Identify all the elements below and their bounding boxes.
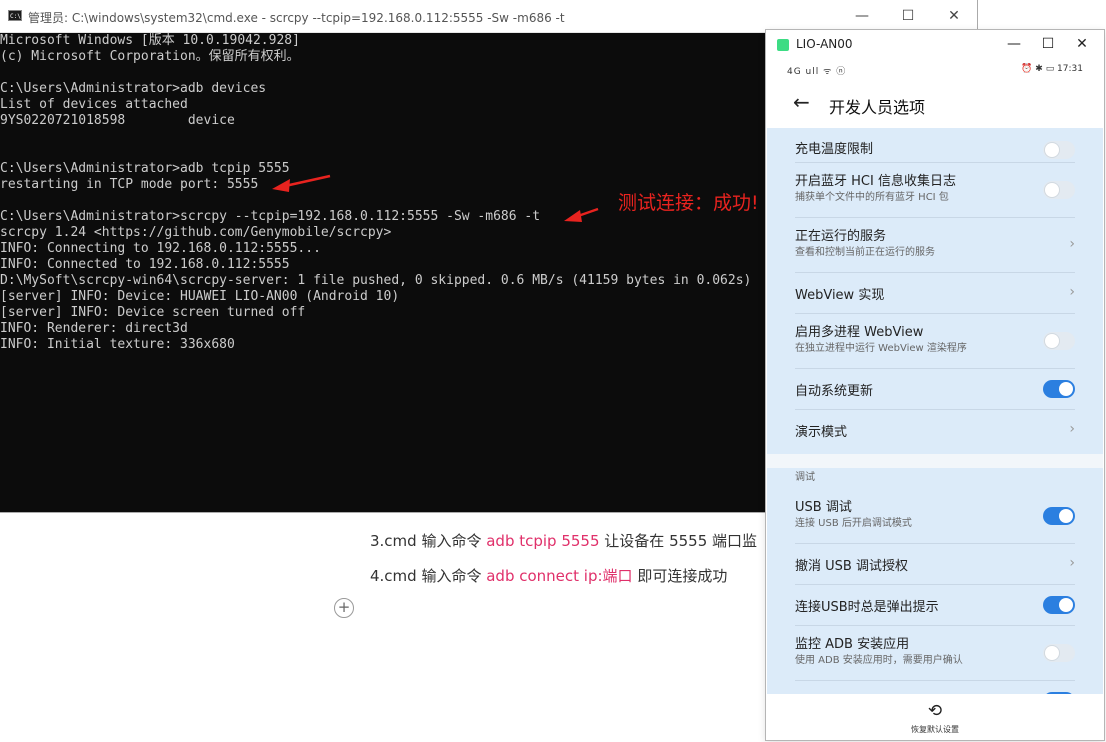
setting-title: WebView 实现	[795, 288, 885, 303]
setting-row[interactable]: 演示模式 ›	[795, 409, 1075, 450]
setting-row[interactable]: WebView 实现 ›	[795, 272, 1075, 314]
setting-toggle[interactable]	[1043, 180, 1075, 199]
setting-toggle[interactable]	[1043, 141, 1075, 159]
setting-row[interactable]: 撤消 USB 调试授权 ›	[795, 543, 1075, 585]
setting-title: 开启蓝牙 HCI 信息收集日志	[795, 174, 956, 189]
chevron-right-icon: ›	[1069, 554, 1075, 571]
chevron-right-icon: ›	[1069, 283, 1075, 300]
setting-row[interactable]: 连接USB时总是弹出提示	[795, 584, 1075, 626]
signal-status-icons: 4G ull ᯤ ⓝ	[787, 67, 847, 77]
phone-status-bar: 4G ull ᯤ ⓝ ⏰ ✱ ▭ 17:31	[767, 58, 1103, 80]
arrow-tcpip	[272, 174, 331, 192]
setting-row[interactable]: USB 调试连接 USB 后开启调试模式	[795, 488, 1075, 544]
setting-toggle[interactable]	[1043, 379, 1075, 398]
page-title: 开发人员选项	[829, 98, 926, 117]
setting-title: USB 调试	[795, 500, 852, 515]
toggle-knob	[1045, 645, 1059, 660]
phone-screen[interactable]: 4G ull ᯤ ⓝ ⏰ ✱ ▭ 17:31 ← 开发人员选项 调试 充电温度限…	[767, 58, 1103, 740]
setting-title: 正在运行的服务	[795, 229, 887, 244]
setting-row[interactable]: 自动系统更新	[795, 368, 1075, 410]
phone-window-title: LIO-AN00	[796, 37, 853, 51]
setting-subtitle: 捕获单个文件中的所有蓝牙 HCI 包	[795, 192, 949, 203]
setting-toggle[interactable]	[1043, 506, 1075, 525]
setting-title: 启用多进程 WebView	[795, 325, 924, 340]
phone-close-button[interactable]: ✕	[1062, 30, 1102, 58]
toggle-knob	[1059, 508, 1073, 523]
settings-header: ← 开发人员选项	[767, 80, 1103, 128]
setting-toggle[interactable]	[1043, 331, 1075, 350]
setting-title: 撤消 USB 调试授权	[795, 559, 908, 574]
reset-icon: ⟲	[927, 701, 943, 721]
setting-row[interactable]: 启用多进程 WebView 在独立进程中运行 WebView 渲染程序	[795, 313, 1075, 369]
section-label-debug: 调试	[795, 472, 815, 483]
setting-toggle[interactable]	[1043, 595, 1075, 614]
developer-options-list[interactable]: 调试 充电温度限制开启蓝牙 HCI 信息收集日志捕获单个文件中的所有蓝牙 HCI…	[767, 141, 1103, 740]
setting-title: 监控 ADB 安装应用	[795, 637, 910, 652]
reset-defaults-button[interactable]: ⟲ 恢复默认设置	[767, 694, 1103, 740]
setting-title: 自动系统更新	[795, 384, 874, 399]
setting-row[interactable]: 充电温度限制	[795, 138, 1075, 163]
toggle-knob	[1059, 381, 1073, 396]
chevron-right-icon: ›	[1069, 420, 1075, 437]
android-app-icon	[777, 39, 789, 51]
setting-row[interactable]: 开启蓝牙 HCI 信息收集日志捕获单个文件中的所有蓝牙 HCI 包	[795, 162, 1075, 218]
section-divider	[767, 454, 1103, 468]
toggle-knob	[1045, 182, 1059, 197]
annotation-success-text: 测试连接：成功!	[618, 192, 759, 214]
chevron-right-icon: ›	[1069, 235, 1075, 252]
toggle-knob	[1059, 597, 1073, 612]
phone-title-bar[interactable]: LIO-AN00 — ☐ ✕	[766, 30, 1104, 58]
setting-title: 充电温度限制	[795, 142, 874, 157]
arrow-scrcpy	[564, 207, 599, 222]
setting-toggle[interactable]	[1043, 643, 1075, 662]
scrcpy-phone-window: LIO-AN00 — ☐ ✕ 4G ull ᯤ ⓝ ⏰ ✱ ▭ 17:31 ← …	[766, 30, 1104, 740]
status-clock: ⏰ ✱ ▭ 17:31	[1021, 64, 1083, 74]
setting-subtitle: 查看和控制当前正在运行的服务	[795, 247, 935, 258]
back-arrow-icon[interactable]: ←	[793, 90, 810, 114]
setting-subtitle: 连接 USB 后开启调试模式	[795, 518, 912, 529]
setting-row[interactable]: 正在运行的服务查看和控制当前正在运行的服务 ›	[795, 217, 1075, 273]
setting-subtitle: 在独立进程中运行 WebView 渲染程序	[795, 343, 967, 354]
setting-title: 演示模式	[795, 425, 848, 440]
setting-title: 连接USB时总是弹出提示	[795, 600, 939, 615]
setting-subtitle: 使用 ADB 安装应用时，需要用户确认	[795, 655, 963, 666]
setting-row[interactable]: 监控 ADB 安装应用使用 ADB 安装应用时，需要用户确认	[795, 625, 1075, 681]
toggle-knob	[1045, 333, 1059, 348]
toggle-knob	[1045, 143, 1059, 157]
reset-label: 恢复默认设置	[911, 725, 959, 734]
